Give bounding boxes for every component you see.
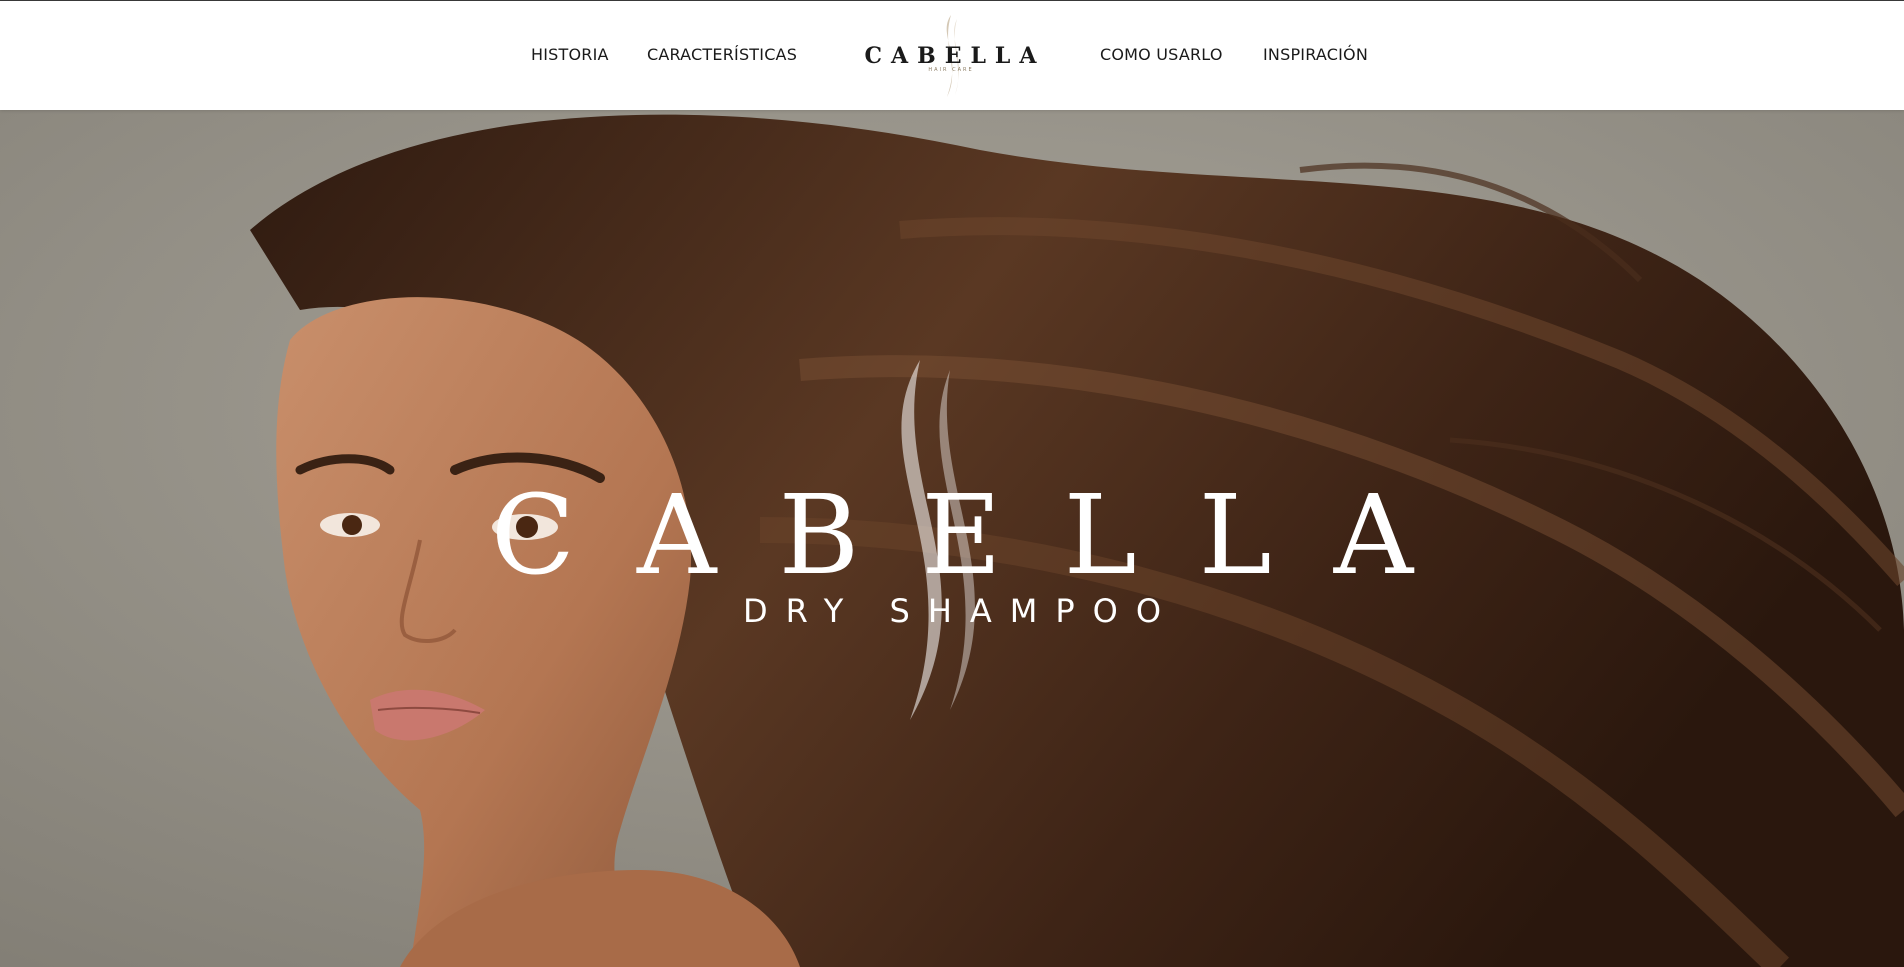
site-header: HISTORIA CARACTERÍSTICAS CABELLA HAIR CA…: [0, 1, 1904, 110]
nav-link-como-usarlo[interactable]: COMO USARLO: [1100, 45, 1223, 64]
hero-title: CABELLA: [490, 471, 1476, 599]
logo-subtitle: HAIR CARE: [928, 67, 974, 73]
hero-subtitle: DRY SHAMPOO: [742, 592, 1180, 630]
logo-wordmark: CABELLA: [864, 43, 1046, 69]
hero-banner: CABELLA DRY SHAMPOO: [0, 110, 1904, 967]
nav-link-caracteristicas[interactable]: CARACTERÍSTICAS: [647, 45, 797, 64]
cabella-logo[interactable]: CABELLA HAIR CARE: [856, 13, 1046, 99]
nav-link-historia[interactable]: HISTORIA: [531, 45, 609, 64]
nav-link-inspiracion[interactable]: INSPIRACIÓN: [1263, 45, 1368, 64]
